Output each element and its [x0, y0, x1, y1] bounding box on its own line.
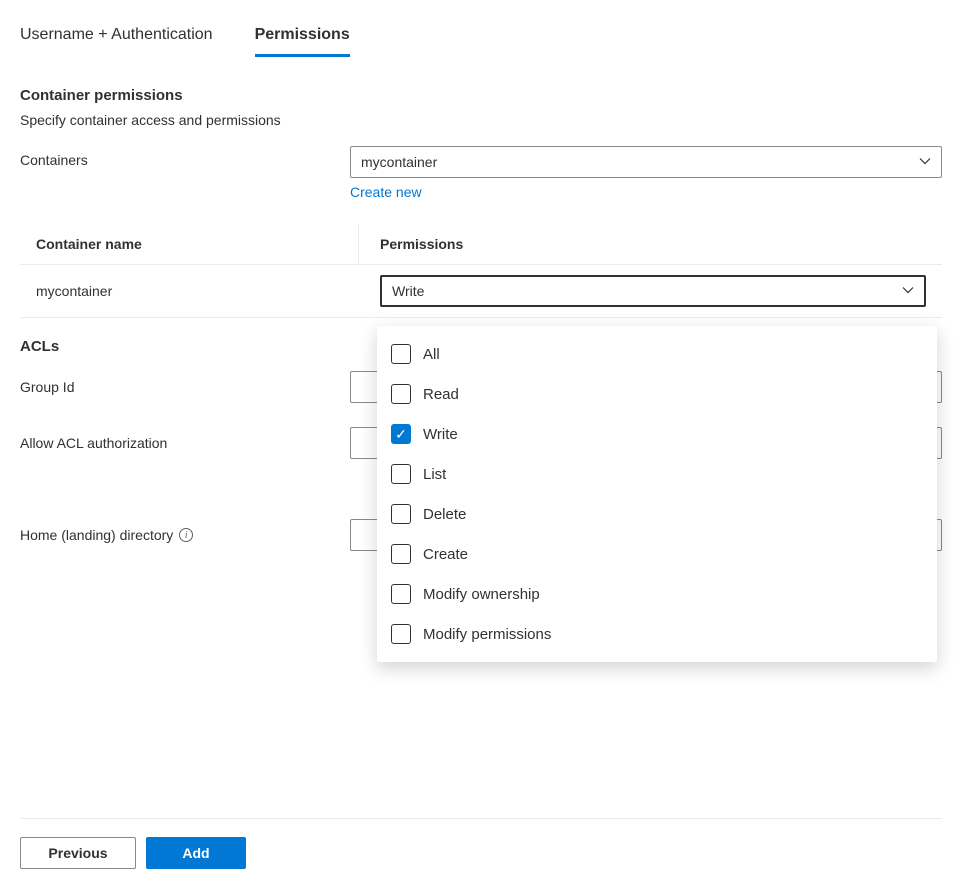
chevron-down-icon [902, 283, 914, 299]
table-header: Container name Permissions [20, 224, 942, 265]
permission-option-label: Create [423, 546, 468, 563]
permissions-select[interactable]: Write [380, 275, 926, 307]
chevron-down-icon [919, 154, 931, 170]
permission-option[interactable]: ✓ Write [377, 414, 937, 454]
footer-separator [20, 818, 942, 819]
permissions-select-value: Write [392, 283, 424, 299]
create-new-link[interactable]: Create new [350, 184, 422, 200]
checkbox[interactable]: ✓ [391, 424, 411, 444]
group-id-label: Group Id [20, 379, 350, 395]
tab-bar: Username + Authentication Permissions [20, 20, 942, 57]
permission-option[interactable]: Delete [377, 494, 937, 534]
permission-option[interactable]: Read [377, 374, 937, 414]
containers-select-value: mycontainer [361, 154, 437, 170]
checkmark-icon: ✓ [395, 427, 407, 441]
container-permissions-section: Container permissions Specify container … [20, 87, 942, 200]
footer: Previous Add [20, 818, 942, 869]
previous-button[interactable]: Previous [20, 837, 136, 869]
permission-option-label: List [423, 466, 446, 483]
checkbox[interactable] [391, 584, 411, 604]
add-button[interactable]: Add [146, 837, 246, 869]
allow-acl-label: Allow ACL authorization [20, 435, 350, 451]
section-title: Container permissions [20, 87, 942, 104]
checkbox[interactable] [391, 624, 411, 644]
permission-option-label: Modify ownership [423, 586, 540, 603]
checkbox[interactable] [391, 384, 411, 404]
permission-option[interactable]: Create [377, 534, 937, 574]
permission-option-label: Modify permissions [423, 626, 551, 643]
checkbox[interactable] [391, 544, 411, 564]
tab-permissions[interactable]: Permissions [255, 20, 350, 57]
checkbox[interactable] [391, 464, 411, 484]
permission-option[interactable]: All [377, 334, 937, 374]
permission-option-label: Write [423, 426, 458, 443]
permission-option-label: Delete [423, 506, 466, 523]
container-table: Container name Permissions mycontainer W… [20, 224, 942, 318]
info-icon[interactable]: i [179, 528, 193, 542]
permission-option[interactable]: Modify ownership [377, 574, 937, 614]
permissions-dropdown-panel: All Read ✓ Write List Delete Create Modify owne… [377, 326, 937, 662]
td-container-name: mycontainer [20, 283, 360, 299]
permission-option[interactable]: List [377, 454, 937, 494]
tab-username-auth[interactable]: Username + Authentication [20, 20, 213, 57]
th-permissions: Permissions [360, 224, 942, 264]
table-row: mycontainer Write [20, 265, 942, 318]
checkbox[interactable] [391, 504, 411, 524]
permission-option-label: All [423, 346, 440, 363]
home-directory-label: Home (landing) directory i [20, 527, 350, 543]
checkbox[interactable] [391, 344, 411, 364]
permission-option[interactable]: Modify permissions [377, 614, 937, 654]
th-container-name: Container name [20, 224, 360, 264]
section-description: Specify container access and permissions [20, 112, 942, 128]
containers-select[interactable]: mycontainer [350, 146, 942, 178]
containers-label: Containers [20, 146, 350, 168]
permission-option-label: Read [423, 386, 459, 403]
home-directory-label-text: Home (landing) directory [20, 527, 173, 543]
